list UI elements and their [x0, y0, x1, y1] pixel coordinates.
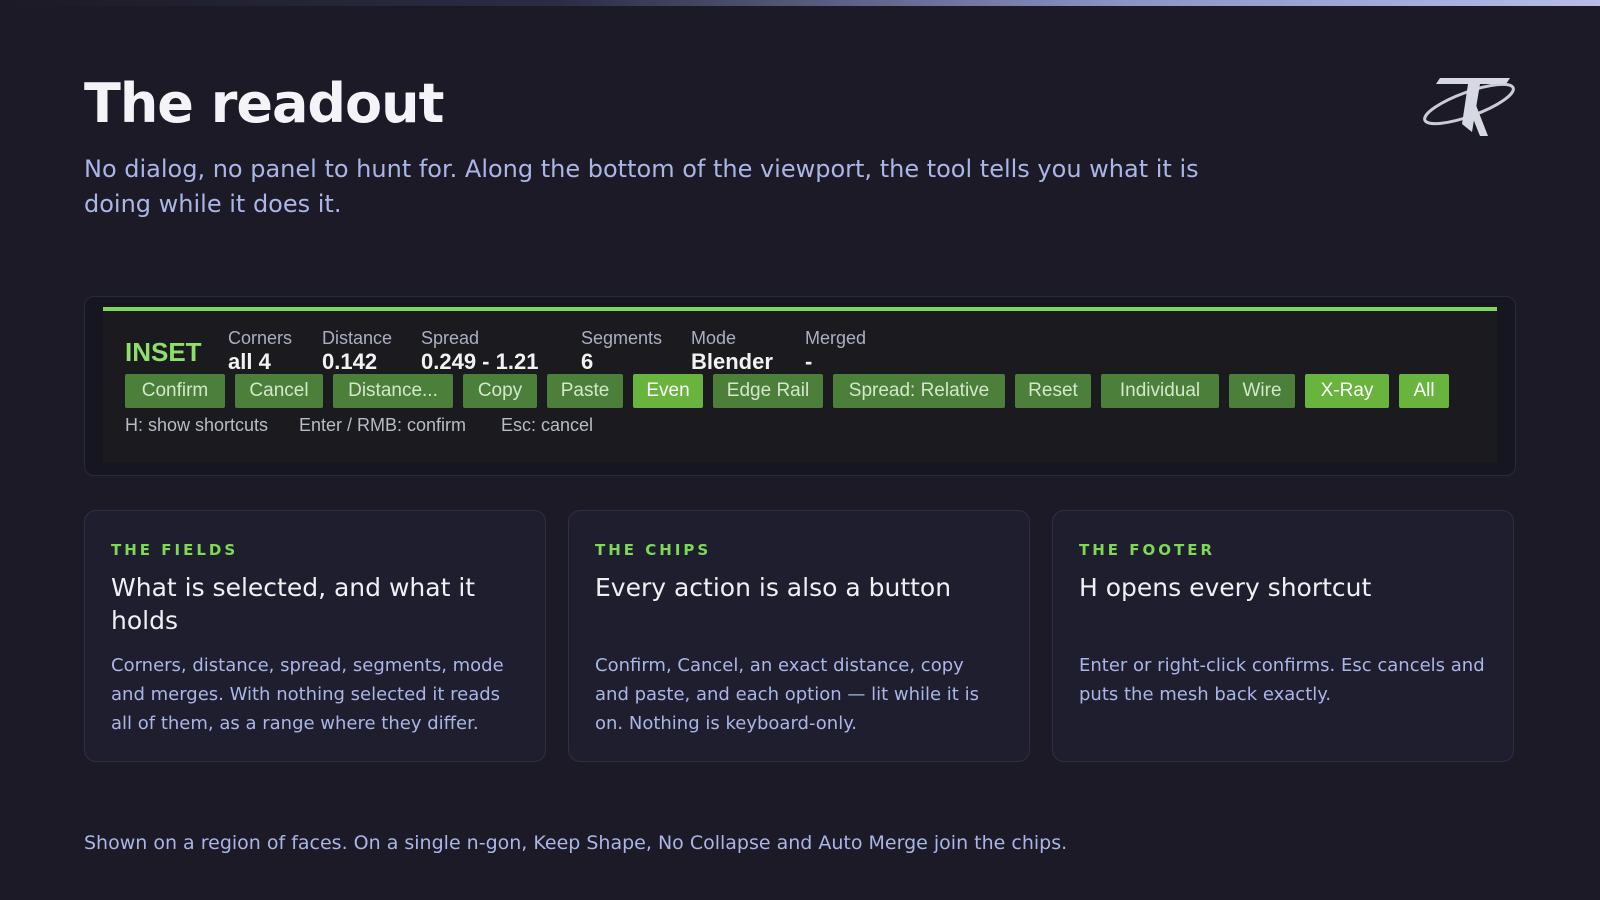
field-mode: Mode Blender: [691, 327, 773, 375]
chip-paste-button[interactable]: Paste: [547, 374, 623, 408]
chip-copy-button[interactable]: Copy: [463, 374, 537, 408]
readout-mode: INSET: [125, 337, 202, 367]
field-distance: Distance 0.142: [322, 327, 392, 375]
card-kicker: THE CHIPS: [595, 541, 712, 559]
logo-icon: [1422, 70, 1518, 140]
card-title: Every action is also a button: [595, 573, 952, 602]
chip-cancel-button[interactable]: Cancel: [235, 374, 323, 408]
field-segments: Segments 6: [581, 327, 662, 375]
card-footer: THE FOOTER H opens every shortcut Enter …: [1052, 510, 1514, 762]
field-corners: Corners all 4: [228, 327, 292, 375]
card-kicker: THE FIELDS: [111, 541, 239, 559]
field-label: Corners: [228, 328, 293, 348]
card-title: What is selected, and what it holds: [111, 573, 476, 635]
field-label: Mode: [691, 328, 737, 348]
page-title: The readout: [84, 72, 444, 135]
card-kicker: THE FOOTER: [1079, 541, 1216, 559]
card-title: H opens every shortcut: [1079, 573, 1372, 602]
page-subtitle: No dialog, no panel to hunt for. Along t…: [84, 155, 1199, 218]
field-label: Segments: [581, 328, 663, 348]
card-body: Confirm, Cancel, an exact distance, copy…: [595, 655, 979, 734]
field-label: Distance: [322, 328, 393, 348]
chip-wire-toggle[interactable]: Wire: [1229, 374, 1295, 408]
chip-all-toggle[interactable]: All: [1399, 374, 1449, 408]
field-value: 0.249 - 1.21: [421, 349, 539, 374]
hint-shortcuts: H: show shortcuts: [125, 415, 269, 435]
bottom-note: Shown on a region of faces. On a single …: [84, 832, 1068, 854]
readout-panel: INSET Corners all 4 Distance 0.142 Sprea…: [84, 296, 1516, 476]
field-merged: Merged -: [805, 327, 866, 375]
field-value: Blender: [691, 349, 773, 374]
chip-individual-toggle[interactable]: Individual: [1101, 374, 1219, 408]
header: The readout No dialog, no panel to hunt …: [84, 72, 1204, 222]
field-value: -: [805, 349, 813, 374]
field-value: all 4: [228, 349, 271, 374]
top-accent-bar: [0, 0, 1600, 6]
chip-edge-rail-toggle[interactable]: Edge Rail: [713, 374, 823, 408]
hint-confirm: Enter / RMB: confirm: [299, 415, 467, 435]
card-body: Corners, distance, spread, segments, mod…: [111, 655, 504, 734]
card-fields: THE FIELDS What is selected, and what it…: [84, 510, 546, 762]
chip-even-toggle[interactable]: Even: [633, 374, 703, 408]
chip-confirm-button[interactable]: Confirm: [125, 374, 225, 408]
card-body: Enter or right-click confirms. Esc cance…: [1079, 655, 1485, 705]
field-label: Merged: [805, 328, 867, 348]
field-value: 6: [581, 349, 594, 374]
field-spread: Spread 0.249 - 1.21: [421, 327, 538, 375]
hint-cancel: Esc: cancel: [501, 415, 594, 435]
readout-accent-line: [103, 307, 1497, 311]
field-value: 0.142: [322, 349, 378, 374]
field-label: Spread: [421, 328, 480, 348]
chip-reset-button[interactable]: Reset: [1015, 374, 1091, 408]
chip-distance-button[interactable]: Distance...: [333, 374, 453, 408]
readout-bar: INSET Corners all 4 Distance 0.142 Sprea…: [103, 307, 1497, 463]
chip-spread-relative-toggle[interactable]: Spread: Relative: [833, 374, 1005, 408]
chip-xray-toggle[interactable]: X-Ray: [1305, 374, 1389, 408]
card-chips: THE CHIPS Every action is also a button …: [568, 510, 1030, 762]
